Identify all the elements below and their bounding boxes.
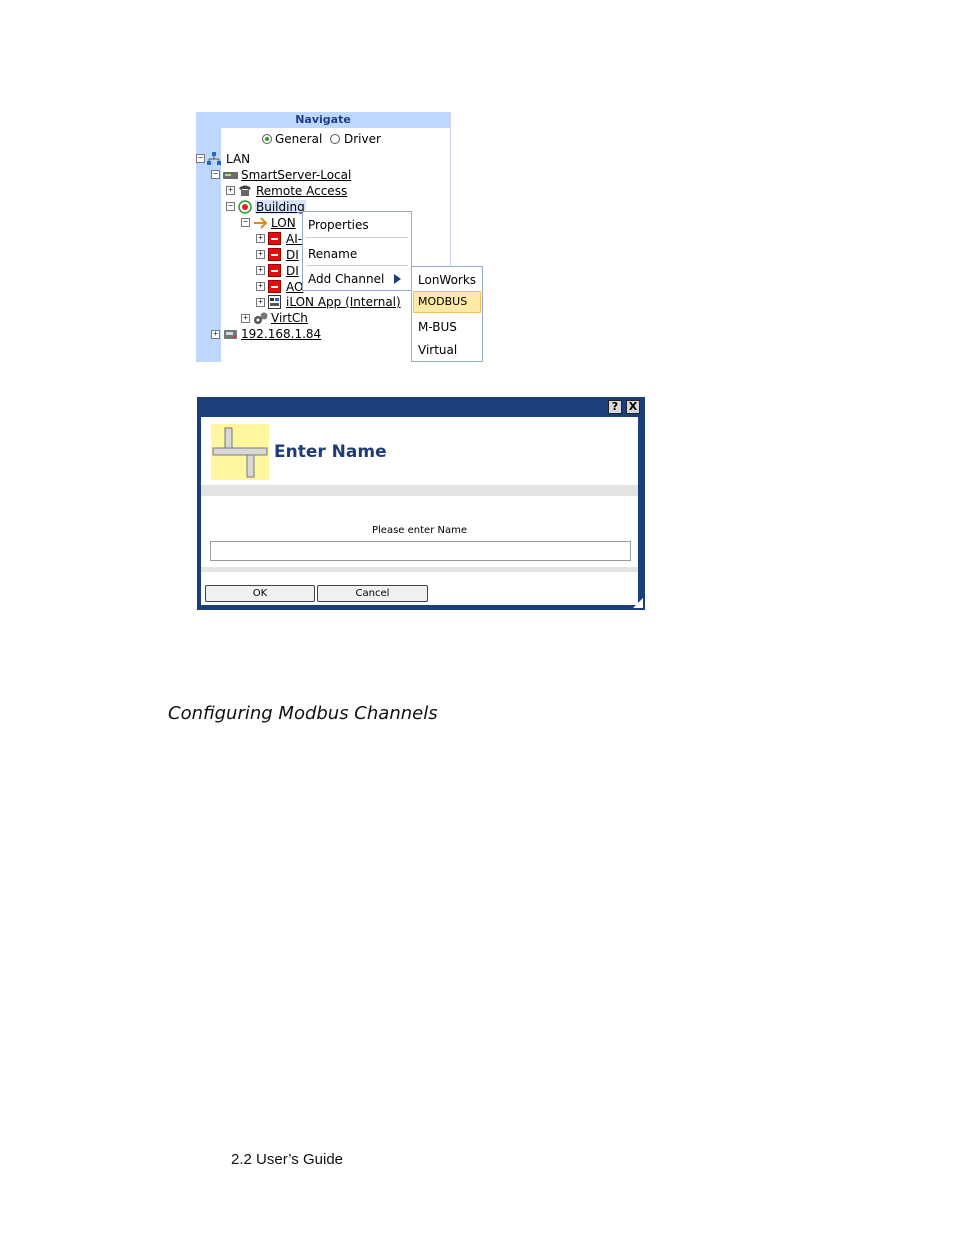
- expand-toggle-ip-device[interactable]: +: [211, 330, 220, 339]
- section-heading: Configuring Modbus Channels: [168, 703, 438, 724]
- collapse-toggle-lan[interactable]: −: [196, 154, 205, 163]
- collapse-toggle-lon[interactable]: −: [241, 218, 250, 227]
- tree-item-virtch[interactable]: VirtCh: [271, 311, 308, 325]
- application-icon: [268, 295, 281, 309]
- tree-item-remote-access[interactable]: Remote Access: [256, 184, 347, 198]
- submenu-arrow-icon: [394, 274, 401, 284]
- dialog-separator-band: [201, 567, 638, 572]
- submenu-item-mbus[interactable]: M-BUS: [418, 320, 457, 334]
- ok-button[interactable]: OK: [205, 585, 315, 602]
- submenu-item-virtual[interactable]: Virtual: [418, 343, 457, 357]
- tree-item-lon[interactable]: LON: [271, 216, 296, 230]
- telephone-icon: [239, 185, 251, 196]
- resize-grip-icon[interactable]: [633, 598, 643, 608]
- name-input[interactable]: [210, 541, 631, 561]
- dialog-separator-band: [201, 485, 638, 496]
- radio-driver[interactable]: [330, 134, 340, 144]
- expand-toggle-fb-3[interactable]: +: [256, 266, 265, 275]
- radio-driver-label: Driver: [344, 132, 381, 146]
- virtual-channel-icon: [254, 312, 268, 324]
- expand-toggle-virtch[interactable]: +: [241, 314, 250, 323]
- menu-item-properties[interactable]: Properties: [308, 218, 369, 232]
- server-icon: [223, 172, 238, 179]
- collapse-toggle-building[interactable]: −: [226, 202, 235, 211]
- add-channel-submenu: LonWorks MODBUS M-BUS Virtual: [411, 266, 483, 362]
- expand-toggle-ilon-app[interactable]: +: [256, 298, 265, 307]
- submenu-item-modbus[interactable]: MODBUS: [418, 295, 467, 309]
- tree-item-fb-1[interactable]: AI-: [286, 232, 302, 246]
- functional-block-icon: [268, 232, 281, 245]
- context-menu: Properties Rename Add Channel: [302, 211, 412, 291]
- building-icon: [238, 200, 252, 214]
- functional-block-icon: [268, 280, 281, 293]
- help-button[interactable]: ?: [608, 400, 622, 414]
- navigate-title: Navigate: [295, 113, 351, 126]
- tree-item-fb-4[interactable]: AO: [286, 280, 303, 294]
- tree-item-lan[interactable]: LAN: [226, 152, 250, 166]
- lan-network-icon: [207, 152, 221, 165]
- tree-item-fb-2[interactable]: DI: [286, 248, 299, 262]
- radio-general[interactable]: [262, 134, 272, 144]
- collapse-toggle-smartserver[interactable]: −: [211, 170, 220, 179]
- menu-divider: [306, 237, 408, 238]
- tree-item-smartserver[interactable]: SmartServer-Local: [241, 168, 351, 182]
- tree-item-building[interactable]: Building: [255, 200, 306, 214]
- name-prompt-label: Please enter Name: [372, 525, 467, 536]
- pipe-junction-icon: [211, 424, 269, 480]
- navigate-header: Navigate: [196, 112, 450, 128]
- expand-toggle-fb-4[interactable]: +: [256, 282, 265, 291]
- menu-divider: [306, 265, 408, 266]
- functional-block-icon: [268, 248, 281, 261]
- radio-general-label: General: [275, 132, 323, 146]
- menu-item-rename[interactable]: Rename: [308, 247, 357, 261]
- tree-item-ip-device[interactable]: 192.168.1.84: [241, 327, 321, 341]
- enter-name-dialog: ? X Enter Name Please enter Name OK Canc…: [197, 397, 645, 610]
- dialog-body: Enter Name Please enter Name OK Cancel: [201, 417, 638, 605]
- cancel-button[interactable]: Cancel: [317, 585, 428, 602]
- lon-channel-icon: [254, 217, 267, 229]
- tree-item-fb-3[interactable]: DI: [286, 264, 299, 278]
- expand-toggle-fb-1[interactable]: +: [256, 234, 265, 243]
- submenu-item-modbus-highlight[interactable]: MODBUS: [413, 291, 481, 313]
- page-footer: 2.2 User’s Guide: [231, 1151, 344, 1168]
- functional-block-icon: [268, 264, 281, 277]
- device-icon: [224, 330, 237, 339]
- dialog-title: Enter Name: [274, 442, 387, 462]
- submenu-item-lonworks[interactable]: LonWorks: [418, 273, 476, 287]
- tree-item-ilon-app[interactable]: iLON App (Internal): [286, 295, 401, 309]
- close-button[interactable]: X: [626, 400, 640, 414]
- expand-toggle-remote-access[interactable]: +: [226, 186, 235, 195]
- menu-item-add-channel[interactable]: Add Channel: [308, 272, 384, 286]
- expand-toggle-fb-2[interactable]: +: [256, 250, 265, 259]
